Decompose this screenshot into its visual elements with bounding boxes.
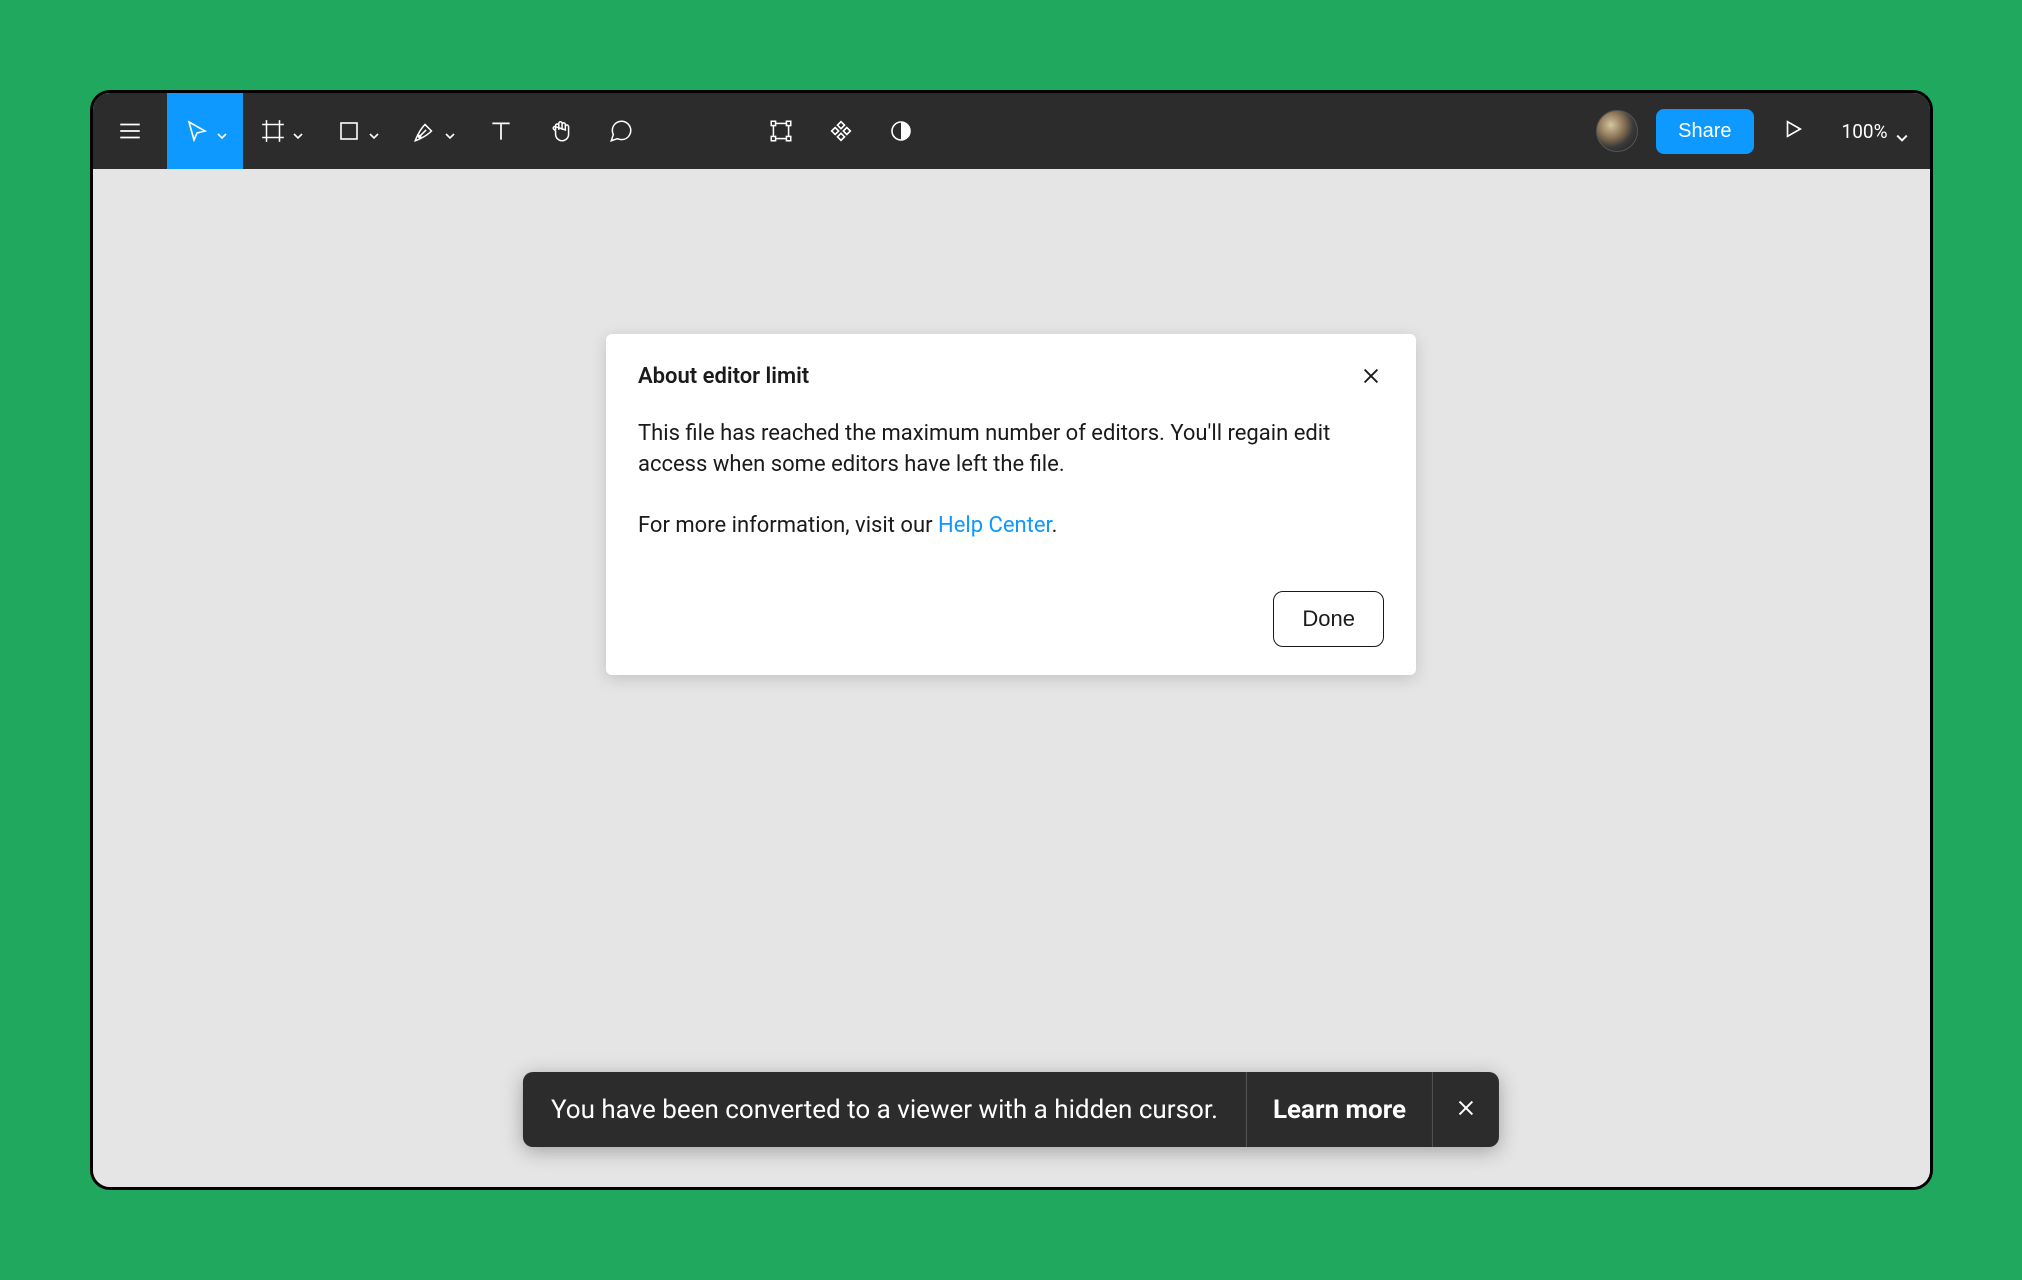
chevron-down-icon (1896, 126, 1906, 136)
toolbar: Share 100% (93, 93, 1930, 169)
zoom-level-text: 100% (1842, 120, 1888, 143)
frame-tool-button[interactable] (243, 93, 319, 169)
cursor-icon (183, 117, 211, 145)
chevron-down-icon (293, 126, 303, 136)
play-icon (1782, 125, 1804, 144)
comment-icon (607, 117, 635, 145)
text-tool-button[interactable] (471, 93, 531, 169)
main-menu-button[interactable] (93, 93, 167, 169)
pen-icon (411, 117, 439, 145)
hamburger-icon (116, 117, 144, 145)
canvas[interactable]: About editor limit This file has reached… (93, 169, 1930, 1187)
toolbar-left (93, 93, 931, 169)
rectangle-icon (335, 117, 363, 145)
app-window: Share 100% About ed (90, 90, 1933, 1190)
bounding-box-icon (767, 117, 795, 145)
component-icon (827, 117, 855, 145)
frame-icon (259, 117, 287, 145)
close-icon (1360, 372, 1382, 391)
move-tool-button[interactable] (167, 93, 243, 169)
bounding-box-tool-button[interactable] (751, 93, 811, 169)
editor-limit-modal: About editor limit This file has reached… (606, 334, 1416, 675)
hand-tool-button[interactable] (531, 93, 591, 169)
toast-close-button[interactable] (1432, 1072, 1499, 1147)
chevron-down-icon (445, 126, 455, 136)
component-tool-button[interactable] (811, 93, 871, 169)
modal-footer: Done (638, 591, 1384, 647)
toolbar-right: Share 100% (1596, 109, 1915, 154)
modal-body-para-1: This file has reached the maximum number… (638, 419, 1384, 481)
user-avatar[interactable] (1596, 110, 1638, 152)
chevron-down-icon (369, 126, 379, 136)
modal-close-button[interactable] (1360, 365, 1384, 389)
modal-header: About editor limit (638, 364, 1384, 389)
hand-icon (547, 117, 575, 145)
learn-more-link[interactable]: Learn more (1246, 1072, 1432, 1147)
close-icon (1455, 1097, 1477, 1123)
chevron-down-icon (217, 126, 227, 136)
share-button[interactable]: Share (1656, 109, 1753, 154)
viewer-toast: You have been converted to a viewer with… (523, 1072, 1499, 1147)
zoom-control[interactable]: 100% (1832, 120, 1916, 143)
modal-body: This file has reached the maximum number… (638, 419, 1384, 541)
modal-title: About editor limit (638, 364, 809, 389)
help-center-link[interactable]: Help Center (938, 513, 1052, 538)
shape-tool-button[interactable] (319, 93, 395, 169)
pen-tool-button[interactable] (395, 93, 471, 169)
toast-message: You have been converted to a viewer with… (523, 1072, 1246, 1147)
mask-tool-button[interactable] (871, 93, 931, 169)
text-icon (487, 117, 515, 145)
done-button[interactable]: Done (1273, 591, 1384, 647)
comment-tool-button[interactable] (591, 93, 651, 169)
modal-body-para-2: For more information, visit our Help Cen… (638, 511, 1384, 542)
half-moon-icon (887, 117, 915, 145)
present-button[interactable] (1772, 118, 1814, 144)
